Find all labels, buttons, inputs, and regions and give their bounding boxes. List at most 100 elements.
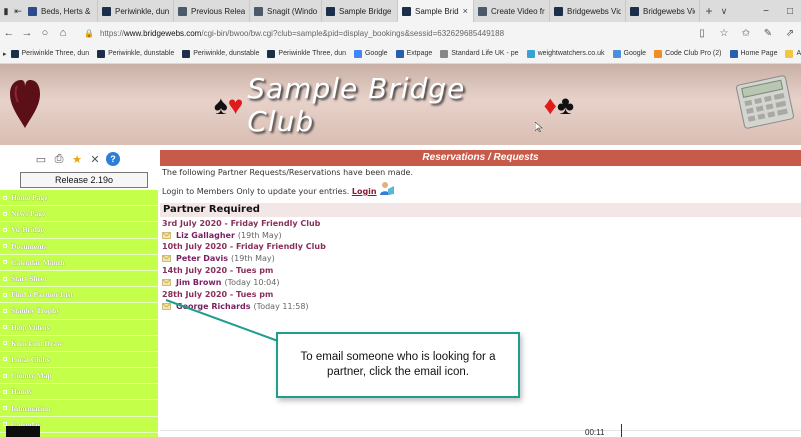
bullet-icon — [3, 341, 7, 346]
login-link[interactable]: Login — [352, 187, 377, 196]
favorite-link[interactable]: Code Club Pro (2) — [654, 49, 722, 58]
reading-view-icon[interactable]: ▯ — [691, 28, 713, 39]
share-icon[interactable]: ⇗ — [779, 28, 801, 39]
sidebar-item-label: Find a Partner List — [11, 290, 73, 300]
request-posted-date: (Today 10:04) — [224, 278, 280, 287]
favorite-favicon-icon — [785, 49, 794, 58]
favorite-favicon-icon — [267, 49, 276, 58]
sidebar-item-label: Stanley Trophy — [11, 306, 60, 316]
sidebar-item-label: County Map — [11, 371, 52, 381]
favorite-link[interactable]: Standard Life UK - pe — [440, 49, 519, 58]
favorite-favicon-icon — [729, 49, 738, 58]
content-divider — [160, 430, 801, 431]
sidebar-item-county-map[interactable]: County Map — [0, 368, 158, 385]
favorite-label: Periwinkle Three, dun — [21, 50, 90, 57]
favorite-favicon-icon — [395, 49, 404, 58]
browser-tab[interactable]: Create Video fro — [474, 0, 550, 22]
email-icon[interactable] — [162, 255, 171, 262]
login-prompt: Login to Members Only to update your ent… — [162, 187, 350, 196]
favorite-link[interactable]: weightwatchers.co.uk — [526, 49, 605, 58]
browser-tab[interactable]: Snagit (Window — [250, 0, 322, 22]
tab-actions-icon[interactable]: ▮ — [0, 0, 12, 22]
favorite-link[interactable]: ASUS E-Service — [785, 49, 801, 58]
sidebar-item-find-a-partner-list[interactable]: Find a Partner List — [0, 287, 158, 304]
minimize-button[interactable]: − — [755, 0, 777, 22]
sidebar-item-hands[interactable]: Hands — [0, 384, 158, 401]
browser-tab[interactable]: Periwinkle, dunst — [98, 0, 174, 22]
favorite-label: Extpage — [406, 50, 433, 57]
bullet-icon — [3, 406, 7, 411]
login-person-icon[interactable] — [378, 181, 396, 197]
person-name-link[interactable]: Liz Gallagher — [176, 231, 235, 240]
browser-tab[interactable]: Bridgewebs Vide — [626, 0, 700, 22]
person-name-link[interactable]: Jim Brown — [176, 278, 221, 287]
tab-label: Sample Brid — [415, 6, 459, 16]
tab-label: Bridgewebs Vide — [567, 6, 621, 16]
print-icon[interactable]: ⎙ — [52, 152, 66, 166]
favorite-star-icon[interactable]: ☆ — [713, 28, 735, 39]
url-host: www.bridgewebs.com — [123, 28, 202, 38]
person-name-link[interactable]: George Richards — [176, 302, 251, 311]
favorite-link[interactable]: Google — [612, 49, 646, 58]
sidebar-item-label: News Page — [11, 209, 46, 219]
browser-tab[interactable]: Sample Brid × — [398, 0, 474, 22]
favorite-link[interactable]: Google — [353, 49, 388, 58]
favorite-favicon-icon — [353, 49, 362, 58]
email-icon[interactable] — [162, 303, 171, 310]
tab-favicon-icon — [102, 6, 111, 16]
forward-button[interactable]: → — [18, 27, 36, 39]
new-tab-button[interactable]: + — [700, 4, 718, 18]
browser-tab[interactable]: Bridgewebs Vide — [550, 0, 626, 22]
tab-favicon-icon — [402, 6, 411, 16]
browser-tab[interactable]: Sample Bridge C — [322, 0, 398, 22]
favorite-link[interactable]: Home Page — [729, 49, 777, 58]
person-name-link[interactable]: Peter Davis — [176, 254, 228, 263]
maximize-button[interactable]: □ — [779, 0, 801, 22]
window-icon[interactable]: ▭ — [34, 152, 48, 166]
home-button[interactable]: ⌂ — [54, 27, 72, 39]
refresh-button[interactable]: ○ — [36, 27, 54, 39]
set-tabs-aside-icon[interactable]: ⇤ — [12, 0, 24, 22]
sidebar-item-local-clubs[interactable]: Local Clubs — [0, 352, 158, 369]
browser-tab[interactable]: Beds, Herts & Bu — [24, 0, 98, 22]
bullet-icon — [3, 195, 7, 200]
sidebar-item-information[interactable]: Information — [0, 400, 158, 417]
pen-icon[interactable]: ✎ — [757, 28, 779, 39]
sidebar-item-label: Calendar Month — [11, 257, 65, 267]
email-icon[interactable] — [162, 232, 171, 239]
sidebar-item-help-videos[interactable]: Help Videos — [0, 320, 158, 336]
back-button[interactable]: ← — [0, 27, 18, 39]
favorite-link[interactable]: Periwinkle Three, dun — [10, 49, 90, 58]
sidebar-item-documents[interactable]: Documents — [0, 239, 158, 255]
sidebar-item-label: Start Sheet — [11, 274, 47, 284]
favorite-link[interactable]: Periwinkle, dunstable — [182, 49, 259, 58]
sidebar-item-home-page[interactable]: Home Page — [0, 190, 158, 207]
url-field[interactable]: 🔒 https://www.bridgewebs.com/cgi-bin/bwo… — [84, 29, 644, 38]
sidebar-item-stanley-trophy[interactable]: Stanley Trophy — [0, 303, 158, 320]
bullet-icon — [3, 276, 7, 281]
sidebar-item-knockout-draw[interactable]: Knockout Draw — [0, 336, 158, 352]
favorite-link[interactable]: Periwinkle, dunstable — [97, 49, 174, 58]
sidebar-item-vu-bridge[interactable]: Vu-Bridge — [0, 222, 158, 239]
tab-label: Snagit (Window — [267, 6, 317, 16]
bullet-icon — [3, 389, 7, 394]
sidebar-item-news-page[interactable]: News Page — [0, 206, 158, 223]
close-tab-icon[interactable]: × — [463, 6, 468, 16]
sidebar-item-calendar-month[interactable]: Calendar Month — [0, 255, 158, 271]
favorites-hub-icon[interactable]: ✩ — [735, 28, 757, 39]
bullet-icon — [3, 373, 7, 378]
favorite-link[interactable]: Periwinkle Three, dun — [267, 49, 346, 58]
login-line: Login to Members Only to update your ent… — [162, 187, 377, 196]
sidebar-item-label: Information — [11, 403, 51, 413]
favorite-link[interactable]: Extpage — [395, 49, 433, 58]
tab-list-button[interactable]: ∨ — [718, 6, 730, 17]
email-icon[interactable] — [162, 279, 171, 286]
browser-tab[interactable]: Previous Releas — [174, 0, 250, 22]
diamond-icon: ♦ — [543, 90, 557, 120]
star-icon[interactable]: ★ — [70, 152, 84, 166]
sidebar-item-start-sheet[interactable]: Start Sheet — [0, 271, 158, 288]
tools-icon[interactable]: ✕ — [88, 152, 102, 166]
video-playhead — [621, 424, 622, 437]
help-icon[interactable]: ? — [106, 152, 120, 166]
favorite-label: weightwatchers.co.uk — [537, 50, 605, 57]
